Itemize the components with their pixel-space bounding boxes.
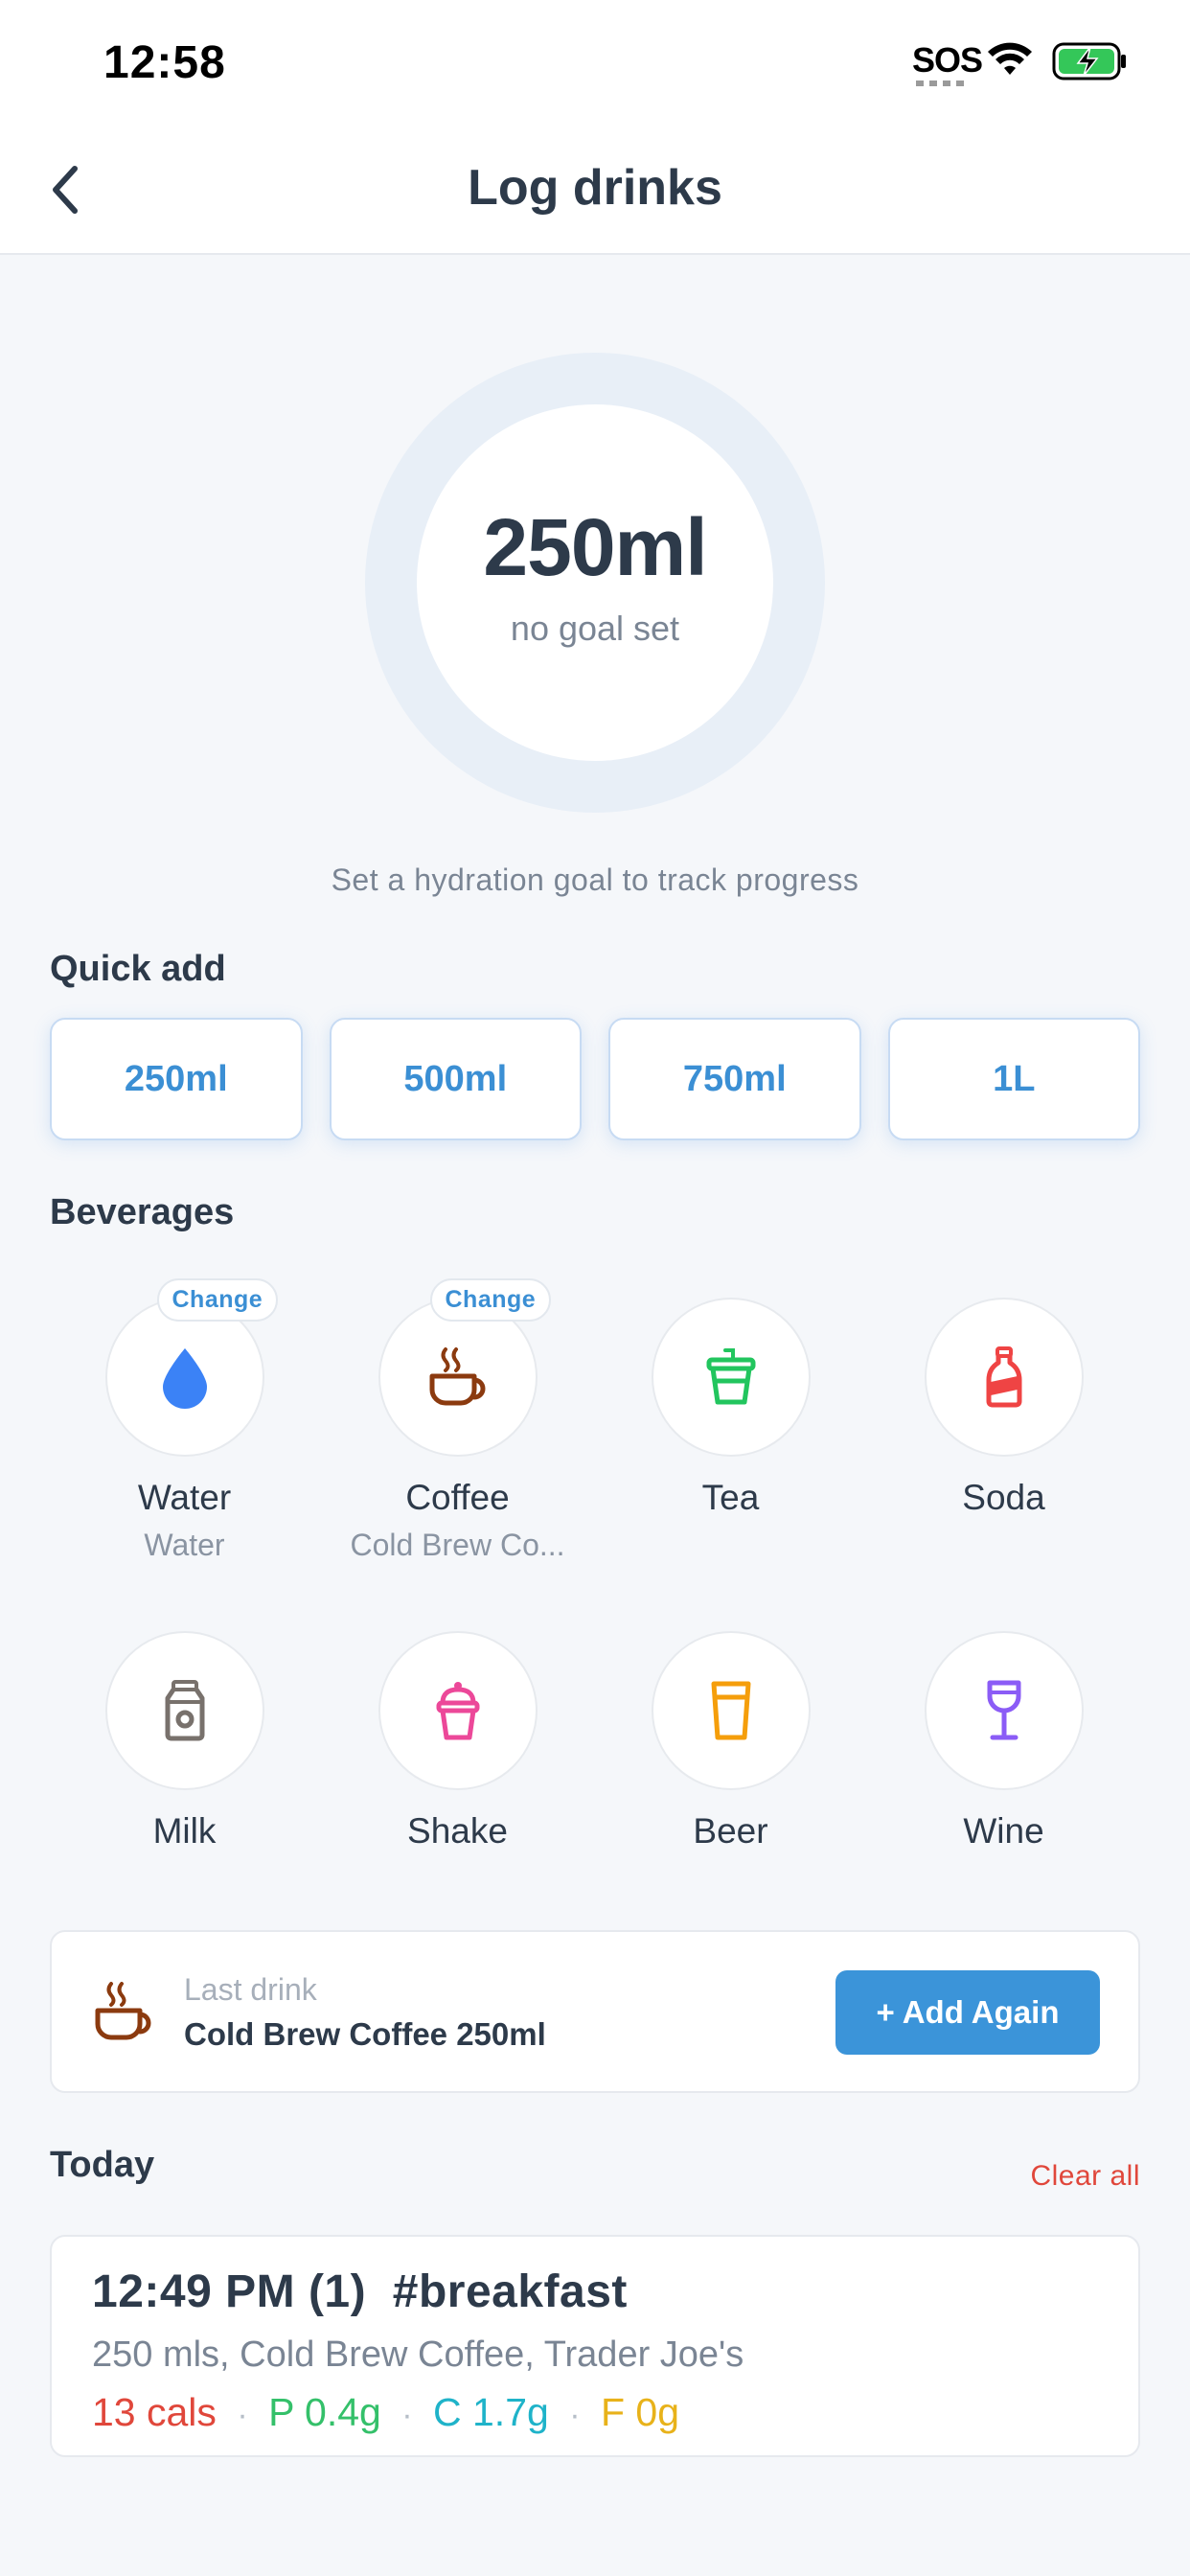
macro-separator: · xyxy=(401,2397,413,2433)
quick-add-title: Quick add xyxy=(50,949,226,989)
entry-carbs: C 1.7g xyxy=(433,2390,549,2434)
beverage-beer-button[interactable] xyxy=(651,1631,811,1790)
beverage-milk-button[interactable] xyxy=(104,1631,264,1790)
signal-dots xyxy=(916,80,966,86)
beverage-label: Wine xyxy=(963,1811,1044,1851)
beverage-milk[interactable]: Milk xyxy=(48,1631,321,1852)
quick-add-1l-button[interactable]: 1L xyxy=(887,1018,1140,1140)
drink-log-entry[interactable]: 12:49 PM (1) #breakfast 250 mls, Cold Br… xyxy=(50,2235,1140,2457)
change-coffee-badge[interactable]: Change xyxy=(429,1278,552,1322)
quick-add-250ml-button[interactable]: 250ml xyxy=(50,1018,303,1140)
beverage-label: Soda xyxy=(962,1478,1045,1517)
entry-description: 250 mls, Cold Brew Coffee, Trader Joe's xyxy=(92,2334,744,2375)
beverage-water[interactable]: Change Water Water xyxy=(48,1278,321,1563)
beverage-coffee[interactable]: Change Coffee Cold Brew Co... xyxy=(321,1278,594,1563)
goal-status: no goal set xyxy=(510,609,680,648)
progress-ring-center: 250ml no goal set xyxy=(417,404,773,761)
beverage-beer[interactable]: Beer xyxy=(594,1631,867,1852)
wifi-icon xyxy=(988,42,1032,75)
entry-title: 12:49 PM (1) #breakfast xyxy=(92,2266,628,2317)
beverages-title: Beverages xyxy=(50,1192,235,1232)
beverage-soda[interactable]: Soda xyxy=(867,1298,1140,1518)
battery-charging-icon xyxy=(1052,42,1126,80)
today-title: Today xyxy=(50,2145,155,2185)
last-drink-name: Cold Brew Coffee 250ml xyxy=(184,2016,546,2052)
beverage-label: Water xyxy=(137,1478,232,1517)
hydration-progress-ring: 250ml no goal set xyxy=(365,353,825,813)
beer-glass-icon xyxy=(711,1681,750,1740)
entry-macros: 13 cals · P 0.4g · C 1.7g · F 0g xyxy=(92,2390,679,2435)
last-drink-card: Last drink Cold Brew Coffee 250ml + Add … xyxy=(50,1930,1140,2093)
wine-glass-icon xyxy=(987,1680,1020,1740)
milk-carton-icon xyxy=(165,1680,204,1741)
goal-hint: Set a hydration goal to track progress xyxy=(331,862,859,897)
entry-fat: F 0g xyxy=(600,2390,679,2434)
entry-protein: P 0.4g xyxy=(268,2390,381,2434)
change-water-badge[interactable]: Change xyxy=(156,1278,279,1322)
status-bar: 12:58 SOS xyxy=(0,0,1190,125)
water-drop-icon xyxy=(162,1348,207,1409)
add-again-button[interactable]: + Add Again xyxy=(835,1970,1100,2055)
beverage-tea[interactable]: Tea xyxy=(594,1298,867,1518)
beverage-sub: Cold Brew Co... xyxy=(350,1528,565,1562)
beverage-wine[interactable]: Wine xyxy=(867,1631,1140,1852)
entry-calories: 13 cals xyxy=(92,2390,217,2434)
nav-bar: Log drinks xyxy=(0,125,1190,255)
beverage-label: Coffee xyxy=(405,1478,510,1517)
log-drinks-screen: 12:58 SOS Log drinks 250ml no goal set S… xyxy=(0,0,1190,2576)
quick-add-500ml-button[interactable]: 500ml xyxy=(329,1018,582,1140)
quick-add-row: 250ml 500ml 750ml 1L xyxy=(50,1018,1140,1140)
quick-add-750ml-button[interactable]: 750ml xyxy=(608,1018,861,1140)
shake-cup-icon xyxy=(436,1682,479,1740)
intake-total: 250ml xyxy=(483,502,707,592)
page-title: Log drinks xyxy=(468,160,722,216)
beverage-label: Shake xyxy=(407,1811,508,1851)
beverage-label: Milk xyxy=(152,1811,217,1851)
coffee-cup-icon xyxy=(95,1982,151,2040)
last-drink-caption: Last drink xyxy=(184,1972,317,2007)
sos-indicator: SOS xyxy=(912,40,983,80)
beverage-sub: Water xyxy=(144,1528,225,1562)
beverage-shake-button[interactable] xyxy=(378,1631,538,1790)
beverage-coffee-button[interactable]: Change xyxy=(378,1278,552,1457)
beverage-tea-button[interactable] xyxy=(651,1298,811,1457)
clear-all-button[interactable]: Clear all xyxy=(1030,2160,1140,2193)
beverage-shake[interactable]: Shake xyxy=(321,1631,594,1852)
soda-bottle-icon xyxy=(986,1346,1021,1408)
beverage-label: Tea xyxy=(701,1478,760,1517)
tea-cup-icon xyxy=(706,1348,755,1405)
beverage-label: Beer xyxy=(693,1811,768,1851)
macro-separator: · xyxy=(237,2397,248,2433)
beverage-soda-button[interactable] xyxy=(924,1298,1084,1457)
beverage-wine-button[interactable] xyxy=(924,1631,1084,1790)
beverage-water-button[interactable]: Change xyxy=(104,1278,279,1457)
macro-separator: · xyxy=(569,2397,581,2433)
status-time: 12:58 xyxy=(103,37,226,88)
coffee-cup-icon xyxy=(429,1347,485,1406)
